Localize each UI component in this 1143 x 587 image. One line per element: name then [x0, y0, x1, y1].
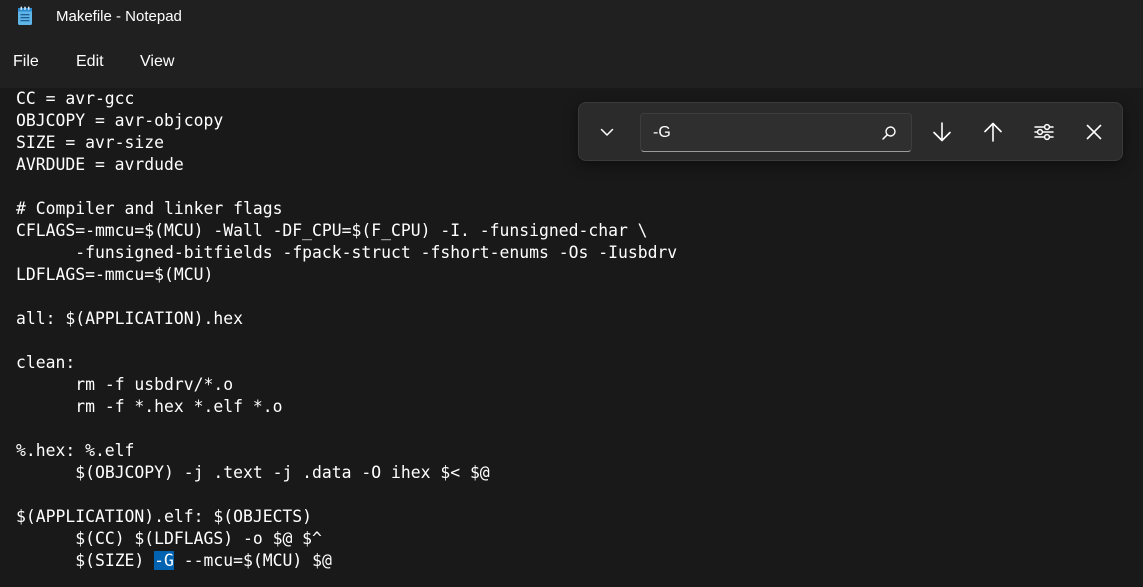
expand-replace-button[interactable]: [589, 114, 625, 150]
menu-view[interactable]: View: [140, 53, 174, 71]
code-line: rm -f usbdrv/*.o: [16, 375, 234, 394]
menu-edit[interactable]: Edit: [76, 53, 104, 71]
search-icon[interactable]: [881, 125, 897, 141]
code-text: --mcu=$(MCU) $@: [173, 551, 332, 570]
arrow-down-icon: [933, 122, 951, 142]
sliders-icon: [1034, 123, 1054, 141]
window-title: Makefile - Notepad: [56, 8, 182, 25]
code-line: rm -f *.hex *.elf *.o: [16, 397, 283, 416]
code-line: -funsigned-bitfields -fpack-struct -fsho…: [16, 243, 678, 262]
chevron-down-icon: [600, 128, 614, 136]
arrow-up-icon: [984, 122, 1002, 142]
code-line: # Compiler and linker flags: [16, 199, 283, 218]
code-line: %.hex: %.elf: [16, 441, 135, 460]
code-line: CFLAGS=-mmcu=$(MCU) -Wall -DF_CPU=$(F_CP…: [16, 221, 648, 240]
close-find-button[interactable]: [1076, 114, 1112, 150]
search-match-highlight: -G: [154, 551, 174, 570]
code-text: $(SIZE): [16, 551, 155, 570]
find-panel: [578, 102, 1123, 161]
close-icon: [1086, 124, 1102, 140]
find-previous-button[interactable]: [975, 114, 1011, 150]
menu-file[interactable]: File: [13, 53, 39, 71]
code-line: $(SIZE) -G --mcu=$(MCU) $@: [16, 550, 677, 572]
code-line: all: $(APPLICATION).hex: [16, 309, 243, 328]
code-line: $(APPLICATION).elf: $(OBJECTS): [16, 507, 313, 526]
find-box[interactable]: [640, 113, 912, 152]
menu-bar: File Edit View: [0, 36, 1143, 88]
find-next-button[interactable]: [924, 114, 960, 150]
code-line: clean:: [16, 353, 76, 372]
code-line: LDFLAGS=-mmcu=$(MCU): [16, 265, 214, 284]
code-line: AVRDUDE = avrdude: [16, 155, 184, 174]
code-line: $(CC) $(LDFLAGS) -o $@ $^: [16, 529, 322, 548]
title-bar: Makefile - Notepad: [0, 0, 1143, 36]
vertical-scrollbar[interactable]: [1131, 88, 1143, 587]
editor-content[interactable]: CC = avr-gcc OBJCOPY = avr-objcopy SIZE = …: [16, 88, 677, 572]
code-line: $(OBJCOPY) -j .text -j .data -O ihex $< …: [16, 463, 490, 482]
find-input[interactable]: [653, 123, 853, 143]
text-editor[interactable]: CC = avr-gcc OBJCOPY = avr-objcopy SIZE = …: [0, 88, 1143, 587]
notepad-icon: [18, 6, 32, 25]
find-options-button[interactable]: [1026, 114, 1062, 150]
